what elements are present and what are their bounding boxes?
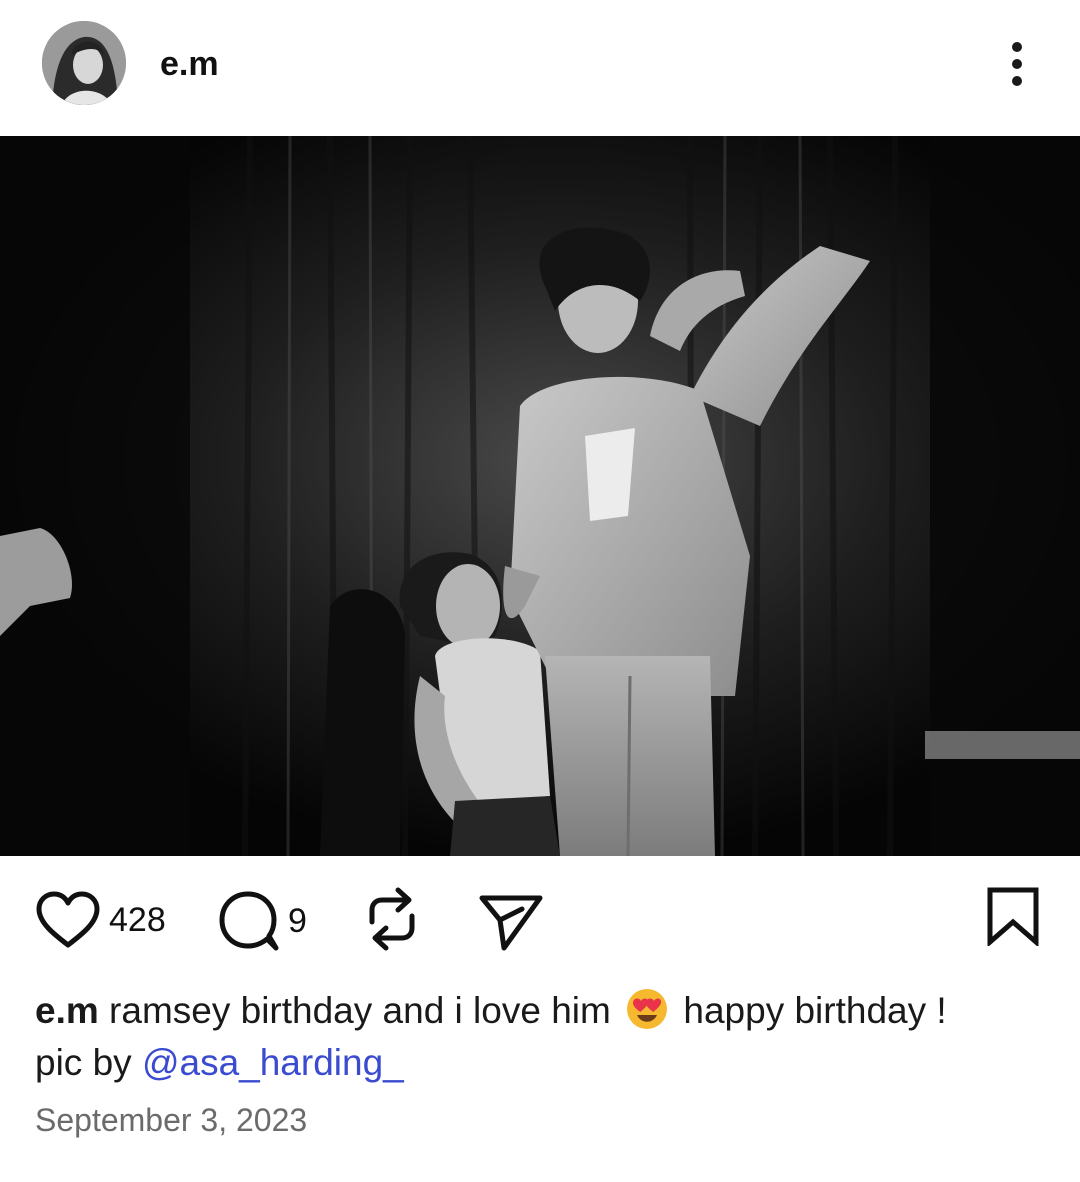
action-bar: 428 9 (0, 856, 1080, 976)
heart-eyes-emoji-icon (627, 989, 668, 1029)
comment-count: 9 (288, 901, 307, 940)
caption-username[interactable]: e.m (35, 990, 99, 1031)
caption-text: ramsey birthday and i love him (98, 990, 622, 1031)
comment-icon (219, 891, 279, 951)
post-header: e.m (0, 0, 1080, 136)
avatar[interactable] (42, 21, 126, 105)
repost-icon (369, 887, 415, 951)
caption: e.m ramsey birthday and i love him happy… (35, 985, 1045, 1089)
post-date: September 3, 2023 (35, 1102, 308, 1138)
send-icon (479, 895, 543, 951)
like-button[interactable]: 428 (35, 890, 166, 950)
more-options-button[interactable] (998, 38, 1038, 90)
save-button[interactable] (986, 886, 1040, 946)
more-vertical-icon-dot (1012, 59, 1022, 69)
heart-icon (36, 891, 100, 948)
like-count: 428 (109, 900, 166, 939)
caption-credit: pic by (35, 1042, 142, 1083)
caption-text-2: happy birthday ! (673, 990, 947, 1031)
more-vertical-icon-dot (1012, 76, 1022, 86)
mention-link[interactable]: @asa_harding_ (142, 1042, 404, 1083)
post-photo[interactable] (0, 136, 1080, 856)
username[interactable]: e.m (160, 44, 219, 84)
share-button[interactable] (478, 892, 544, 952)
repost-button[interactable] (362, 886, 422, 952)
bookmark-icon (987, 887, 1039, 946)
comment-button[interactable]: 9 (218, 890, 307, 952)
more-vertical-icon (1012, 42, 1022, 52)
